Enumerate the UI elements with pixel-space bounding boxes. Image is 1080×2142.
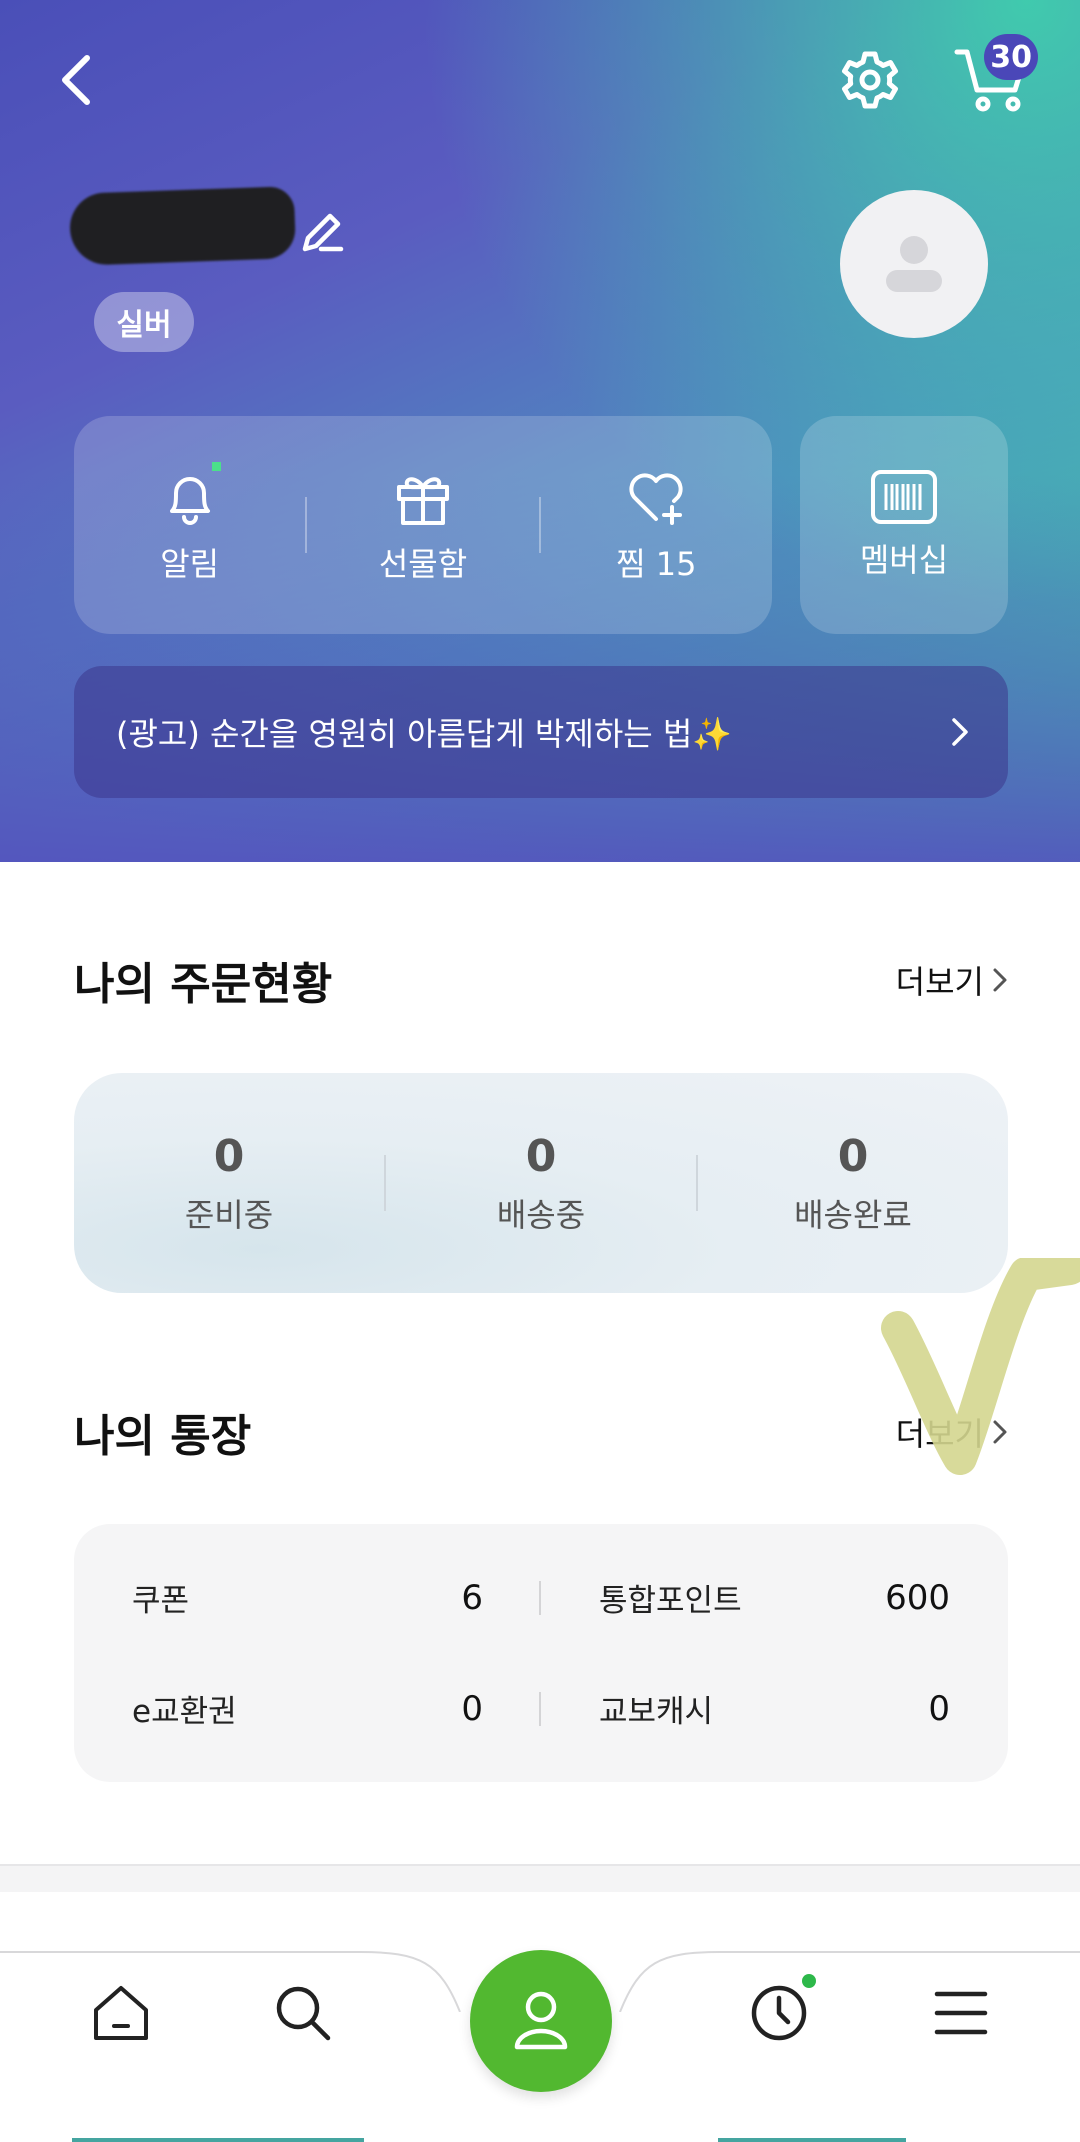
order-status-label: 준비중 bbox=[184, 1195, 274, 1234]
new-notification-dot bbox=[212, 462, 221, 471]
wallet-item-label: 통합포인트 bbox=[599, 1583, 742, 1619]
wallet-e-voucher[interactable]: e교환권 0 bbox=[74, 1653, 541, 1764]
cart-count-badge: 30 bbox=[984, 34, 1038, 80]
order-delivered[interactable]: 0 배송완료 bbox=[698, 1131, 1008, 1236]
order-status-header: 나의 주문현황 더보기 bbox=[74, 945, 1008, 1015]
wallet-item-label: 쿠폰 bbox=[132, 1583, 190, 1619]
more-label: 더보기 bbox=[895, 963, 984, 1001]
wallet-header: 나의 통장 더보기 bbox=[74, 1397, 1008, 1467]
heart-plus-icon bbox=[629, 473, 683, 525]
order-preparing[interactable]: 0 준비중 bbox=[74, 1131, 384, 1236]
my-page-icon bbox=[514, 1991, 568, 2050]
section-separator bbox=[0, 1864, 1080, 1892]
back-button[interactable] bbox=[40, 40, 110, 120]
gesture-bar-left bbox=[72, 2138, 364, 2142]
wishlist-button[interactable]: 찜 15 bbox=[541, 416, 772, 634]
wallet-title: 나의 통장 bbox=[74, 1411, 252, 1462]
gift-icon bbox=[396, 477, 449, 525]
nav-home-button[interactable] bbox=[80, 1972, 162, 2054]
order-shipping[interactable]: 0 배송중 bbox=[386, 1131, 696, 1236]
barcode-icon bbox=[871, 470, 937, 524]
wallet-coupon[interactable]: 쿠폰 6 bbox=[74, 1542, 541, 1653]
wallet-more-link[interactable]: 더보기 bbox=[896, 1409, 1008, 1455]
quick-menu-card: 알림 선물함 찜 15 bbox=[74, 416, 772, 634]
order-count: 0 bbox=[837, 1130, 869, 1182]
wishlist-label: 찜 15 bbox=[616, 545, 697, 583]
order-status-title: 나의 주문현황 bbox=[74, 959, 333, 1010]
order-status-more-link[interactable]: 더보기 bbox=[896, 957, 1008, 1003]
membership-button[interactable]: 멤버십 bbox=[800, 416, 1008, 634]
notifications-label: 알림 bbox=[160, 545, 220, 583]
wallet-item-value: 0 bbox=[928, 1688, 950, 1729]
profile-avatar[interactable] bbox=[840, 190, 988, 338]
nav-search-button[interactable] bbox=[262, 1972, 344, 2054]
order-count: 0 bbox=[213, 1130, 245, 1182]
member-grade-badge: 실버 bbox=[94, 292, 194, 352]
nav-my-page-button[interactable] bbox=[470, 1950, 612, 2092]
more-label: 더보기 bbox=[895, 1415, 984, 1453]
wallet-item-value: 600 bbox=[885, 1577, 950, 1618]
gift-box-label: 선물함 bbox=[378, 545, 468, 583]
settings-button[interactable] bbox=[830, 40, 910, 120]
profile-header: 30 실버 알림 선물함 찜 15 멤버십 (광고) 순간을 영원히 아름답게 … bbox=[0, 0, 1080, 862]
chevron-left-icon bbox=[62, 55, 90, 105]
nav-menu-button[interactable] bbox=[920, 1972, 1002, 2054]
order-count: 0 bbox=[525, 1130, 557, 1182]
chevron-right-icon bbox=[993, 968, 1007, 992]
ad-banner-text: (광고) 순간을 영원히 아름답게 박제하는 법✨ bbox=[116, 715, 733, 753]
search-icon bbox=[276, 1986, 331, 2041]
nav-recent-button[interactable] bbox=[738, 1972, 820, 2054]
cart-button[interactable]: 30 bbox=[948, 34, 1038, 120]
membership-label: 멤버십 bbox=[859, 541, 949, 579]
order-status-label: 배송중 bbox=[496, 1195, 586, 1234]
new-activity-dot bbox=[802, 1974, 816, 1988]
pencil-icon bbox=[302, 213, 344, 252]
wallet-item-value: 6 bbox=[461, 1577, 483, 1618]
user-name-redacted bbox=[68, 186, 297, 266]
chevron-right-icon bbox=[952, 718, 968, 746]
wallet-points[interactable]: 통합포인트 600 bbox=[541, 1542, 1008, 1653]
wallet-item-label: 교보캐시 bbox=[599, 1694, 714, 1730]
gift-box-button[interactable]: 선물함 bbox=[307, 416, 538, 634]
ad-banner[interactable]: (광고) 순간을 영원히 아름답게 박제하는 법✨ bbox=[74, 666, 1008, 798]
notifications-button[interactable]: 알림 bbox=[74, 416, 305, 634]
user-silhouette-icon bbox=[886, 236, 942, 292]
order-status-label: 배송완료 bbox=[794, 1195, 912, 1234]
home-icon bbox=[94, 1986, 148, 2040]
order-status-card: 0 준비중 0 배송중 0 배송완료 bbox=[74, 1073, 1008, 1293]
edit-profile-button[interactable] bbox=[296, 206, 348, 258]
wallet-item-value: 0 bbox=[461, 1688, 483, 1729]
bottom-navigation bbox=[0, 1892, 1080, 2142]
wallet-card: 쿠폰 6 통합포인트 600 e교환권 0 교보캐시 0 bbox=[74, 1524, 1008, 1782]
bell-icon bbox=[169, 477, 210, 525]
menu-icon bbox=[934, 1991, 988, 2035]
gesture-bar-right bbox=[718, 2138, 906, 2142]
chevron-right-icon bbox=[993, 1420, 1007, 1444]
wallet-cash[interactable]: 교보캐시 0 bbox=[541, 1653, 1008, 1764]
clock-icon bbox=[751, 1985, 807, 2041]
gear-icon bbox=[842, 51, 898, 109]
wallet-item-label: e교환권 bbox=[132, 1694, 237, 1730]
